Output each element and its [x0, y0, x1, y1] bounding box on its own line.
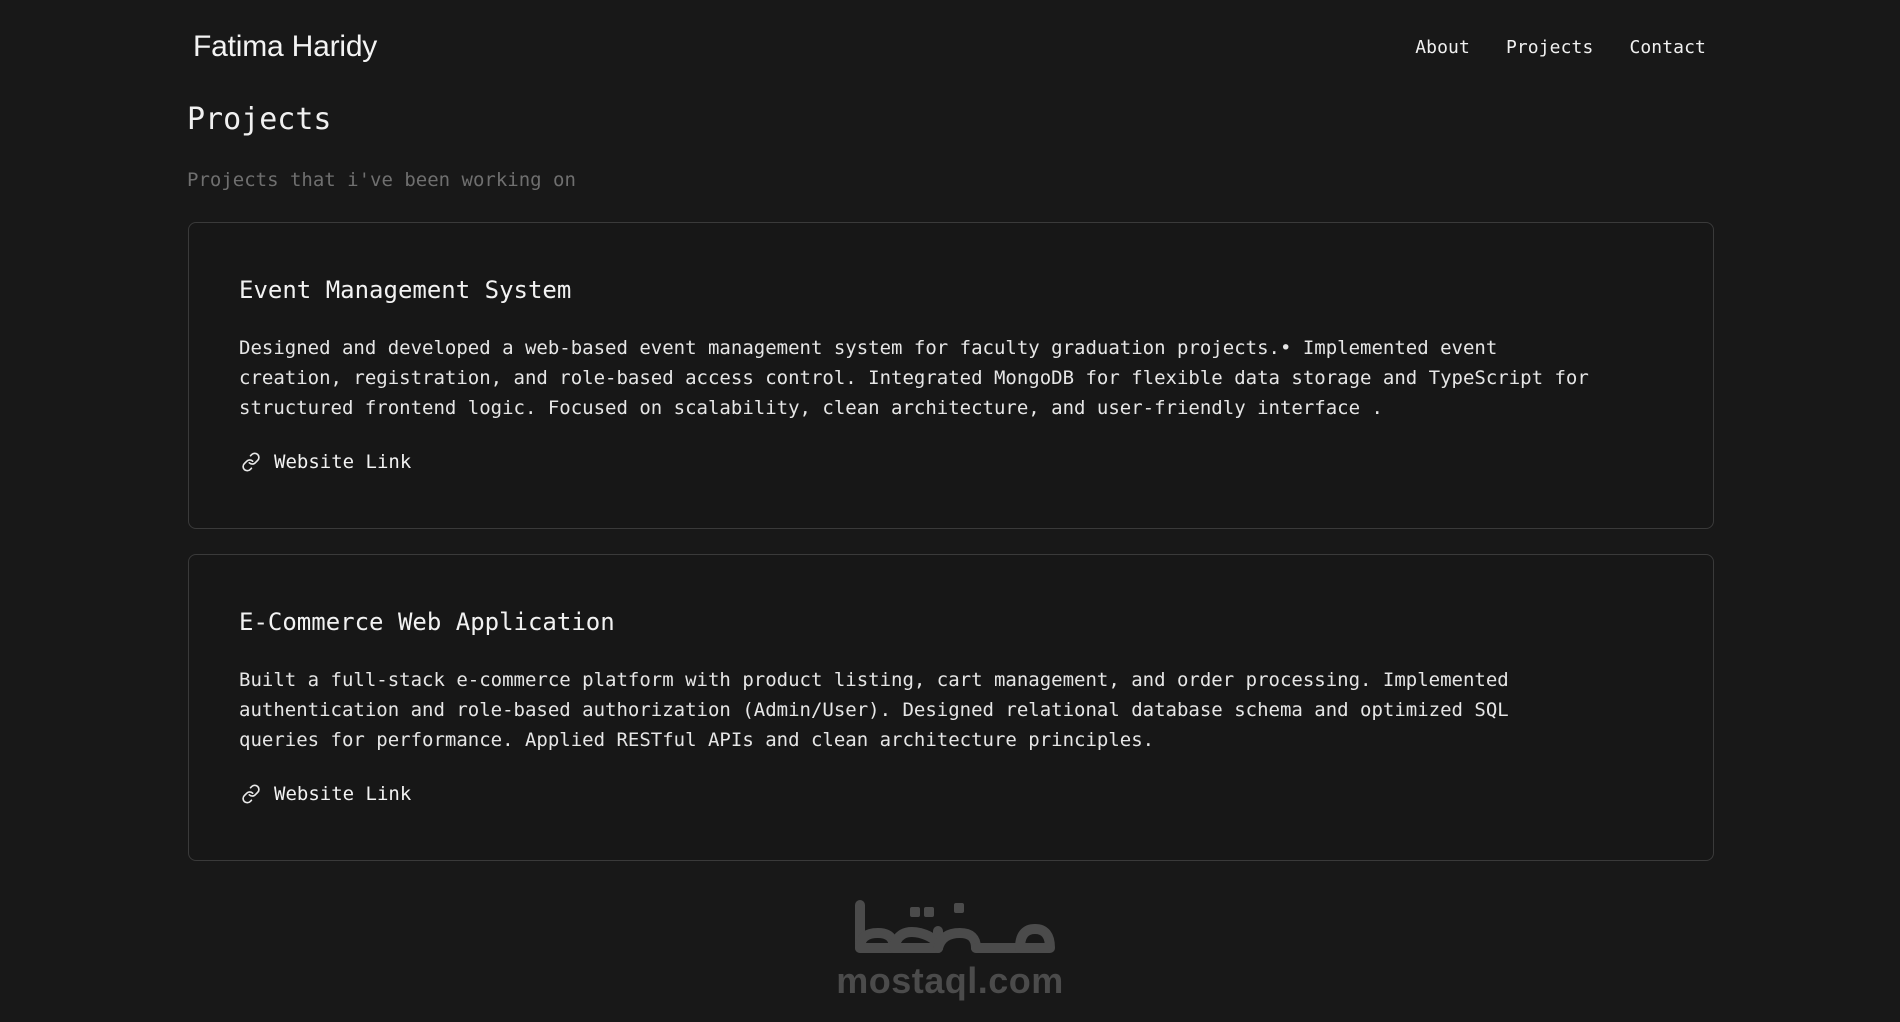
- mostaql-logo: [855, 900, 1055, 953]
- website-link[interactable]: Website Link: [241, 783, 411, 805]
- site-header: Fatima Haridy About Projects Contact: [193, 26, 1708, 68]
- project-description: Designed and developed a web-based event…: [239, 337, 1589, 419]
- website-link[interactable]: Website Link: [241, 451, 411, 473]
- page-subtitle: Projects that i've been working on: [187, 169, 576, 191]
- website-link-label: Website Link: [274, 451, 412, 473]
- link-icon: [241, 784, 261, 804]
- project-card-event-management: Event Management System Designed and dev…: [188, 222, 1714, 529]
- project-title: E-Commerce Web Application: [239, 608, 615, 636]
- link-icon: [241, 452, 261, 472]
- nav-contact-link[interactable]: Contact: [1629, 37, 1706, 58]
- nav-projects-link[interactable]: Projects: [1506, 37, 1594, 58]
- project-description: Built a full-stack e-commerce platform w…: [239, 669, 1509, 751]
- main-nav: About Projects Contact: [1415, 37, 1708, 58]
- mostaql-domain-text: mostaql.com: [836, 960, 1064, 1001]
- site-brand[interactable]: Fatima Haridy: [193, 30, 377, 64]
- project-card-ecommerce: E-Commerce Web Application Built a full-…: [188, 554, 1714, 861]
- project-title: Event Management System: [239, 276, 572, 304]
- mostaql-watermark: mostaql.com: [830, 893, 1070, 1008]
- page-title: Projects: [187, 102, 332, 137]
- website-link-label: Website Link: [274, 783, 412, 805]
- nav-about-link[interactable]: About: [1415, 37, 1470, 58]
